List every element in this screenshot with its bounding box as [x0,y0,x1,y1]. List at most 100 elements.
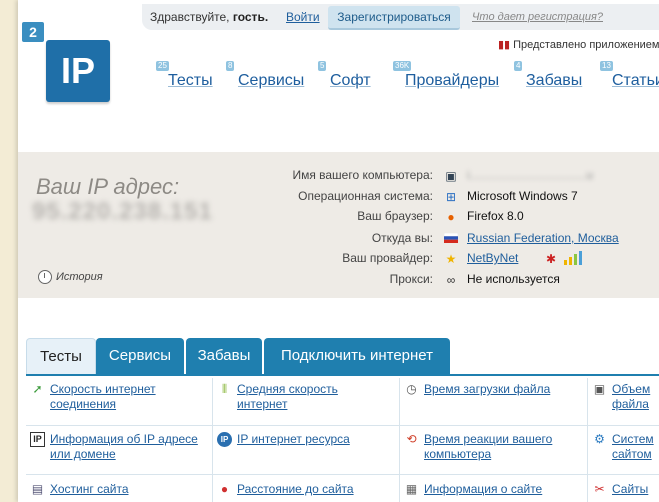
tab-tests[interactable]: Тесты [26,338,96,375]
bug-icon[interactable]: ✱ [546,252,556,266]
nav-count-badge: 8 [226,61,235,71]
server-icon: ▤ [31,482,44,496]
site-logo[interactable]: IP [46,40,110,102]
gear-icon: ⚙ [594,432,605,446]
ip-badge-icon: IP [30,432,45,447]
tab-underline [26,374,659,376]
tab-fun[interactable]: Забавы [186,338,262,374]
grid-divider [26,425,659,426]
test-file-load-time[interactable]: ◷ Время загрузки файла [400,378,587,424]
document-icon: ▦ [405,482,418,496]
greeting: Здравствуйте, гость. [150,10,268,24]
nav-count-badge: 13 [600,61,613,71]
info-row-os: Операционная система: ⊞ Microsoft Window… [18,189,659,209]
info-key: Ваш браузер: [357,209,433,223]
presented-by-app[interactable]: ▮▮ Представлено приложением [498,38,659,51]
info-row-provider: Ваш провайдер: ★ NetByNet ✱ [18,251,659,271]
test-link[interactable]: Информация об IP адресе или домене [50,432,198,462]
info-row-location: Откуда вы: Russian Federation, Москва [18,231,659,251]
signal-bars-icon [564,251,582,268]
computer-icon: ▣ [445,169,457,183]
firefox-icon: ● [447,210,455,224]
map-pin-icon: ● [220,482,229,496]
top-bar: Здравствуйте, гость. Войти Зарегистриров… [142,4,659,30]
login-link[interactable]: Войти [286,10,320,24]
test-site-info[interactable]: ▦ Информация о сайте [400,478,587,502]
nav-soft[interactable]: 5 Софт [318,61,371,90]
nav-articles[interactable]: 13 Статьи [600,61,659,90]
app-logo-icon: ▮▮ [498,39,511,51]
star-icon: ★ [445,252,457,266]
nav-count-badge: 4 [514,61,523,71]
test-link[interactable]: Скорость интернет соединения [50,382,156,412]
what-registration-gives-link[interactable]: Что дает регистрация? [472,11,603,23]
nav-label: Софт [330,72,371,89]
greeting-text: Здравствуйте, [150,10,230,24]
info-key: Ваш провайдер: [342,251,433,265]
nav-label: Забавы [526,72,583,89]
speed-arrow-icon: ➚ [32,382,43,396]
ip-info-panel: Ваш IP адрес: 95.220.238.151 История Имя… [18,152,659,298]
nav-tests[interactable]: 25 Тесты [156,61,213,90]
info-key: Прокси: [389,272,433,286]
nav-count-badge: 5 [318,61,327,71]
info-row-proxy: Прокси: ∞ Не используется [18,272,659,292]
flag-icon [443,232,459,246]
test-system-site[interactable]: ⚙ Систем сайтом [588,428,659,474]
glasses-icon: ∞ [446,273,456,287]
test-link[interactable]: Время загрузки файла [424,382,550,397]
provider-link[interactable]: NetByNet [467,251,518,265]
nav-count-badge: 36K [393,61,412,71]
info-value: Firefox 8.0 [467,209,524,223]
bars-icon: ⦀ [221,382,228,396]
logo-small-badge: 2 [22,22,44,42]
nav-count-badge: 25 [156,61,169,71]
location-link[interactable]: Russian Federation, Москва [467,231,619,245]
info-value: Microsoft Windows 7 [467,189,578,203]
nav-label: Статьи [612,72,659,89]
nav-providers[interactable]: 36K Провайдеры [393,61,500,90]
test-link[interactable]: Систем сайтом [612,432,654,462]
tab-bar: Тесты Сервисы Забавы Подключить интернет [26,338,659,375]
nav-label: Сервисы [238,72,305,89]
test-link[interactable]: Сайты [612,482,648,497]
tools-icon: ✂ [594,482,605,496]
info-value: i...................................u [467,168,594,182]
test-link[interactable]: Объем файла [612,382,650,412]
page-frame: Здравствуйте, гость. Войти Зарегистриров… [18,0,659,502]
test-internet-speed[interactable]: ➚ Скорость интернет соединения [26,378,212,424]
grid-divider [26,474,659,475]
info-key: Операционная система: [298,189,433,203]
nav-fun[interactable]: 4 Забавы [514,61,583,90]
windows-icon: ⊞ [445,190,457,204]
test-average-speed[interactable]: ⦀ Средняя скорость интернет [213,378,399,424]
file-size-icon: ▣ [593,382,606,396]
info-key: Откуда вы: [371,231,433,245]
nav-label: Провайдеры [405,72,500,89]
test-link[interactable]: Расстояние до сайта [237,482,354,497]
test-link[interactable]: Средняя скорость интернет [237,382,338,412]
info-value: Не используется [467,272,560,286]
refresh-icon: ⟲ [406,432,417,446]
test-link[interactable]: Время реакции вашего компьютера [424,432,552,462]
register-button[interactable]: Зарегистрироваться [328,6,460,30]
test-link[interactable]: IP интернет ресурса [237,432,350,447]
test-sites[interactable]: ✂ Сайты [588,478,659,502]
presented-text: Представлено приложением [513,39,659,51]
test-ip-info[interactable]: IP Информация об IP адресе или домене [26,428,212,474]
tab-services[interactable]: Сервисы [96,338,184,374]
test-distance[interactable]: ● Расстояние до сайта [213,478,399,502]
test-link[interactable]: Хостинг сайта [50,482,129,497]
test-hosting[interactable]: ▤ Хостинг сайта [26,478,212,502]
test-file-size[interactable]: ▣ Объем файла [588,378,659,424]
nav-label: Тесты [168,72,213,89]
clock-icon: ◷ [406,382,417,396]
test-link[interactable]: Информация о сайте [424,482,542,497]
test-ip-resource[interactable]: IP IP интернет ресурса [213,428,399,474]
info-row-browser: Ваш браузер: ● Firefox 8.0 [18,209,659,229]
tab-connect-internet[interactable]: Подключить интернет [264,338,450,374]
ip-circle-icon: IP [217,432,232,447]
nav-services[interactable]: 8 Сервисы [226,61,305,90]
test-reaction-time[interactable]: ⟲ Время реакции вашего компьютера [400,428,587,474]
info-key: Имя вашего компьютера: [292,168,433,182]
